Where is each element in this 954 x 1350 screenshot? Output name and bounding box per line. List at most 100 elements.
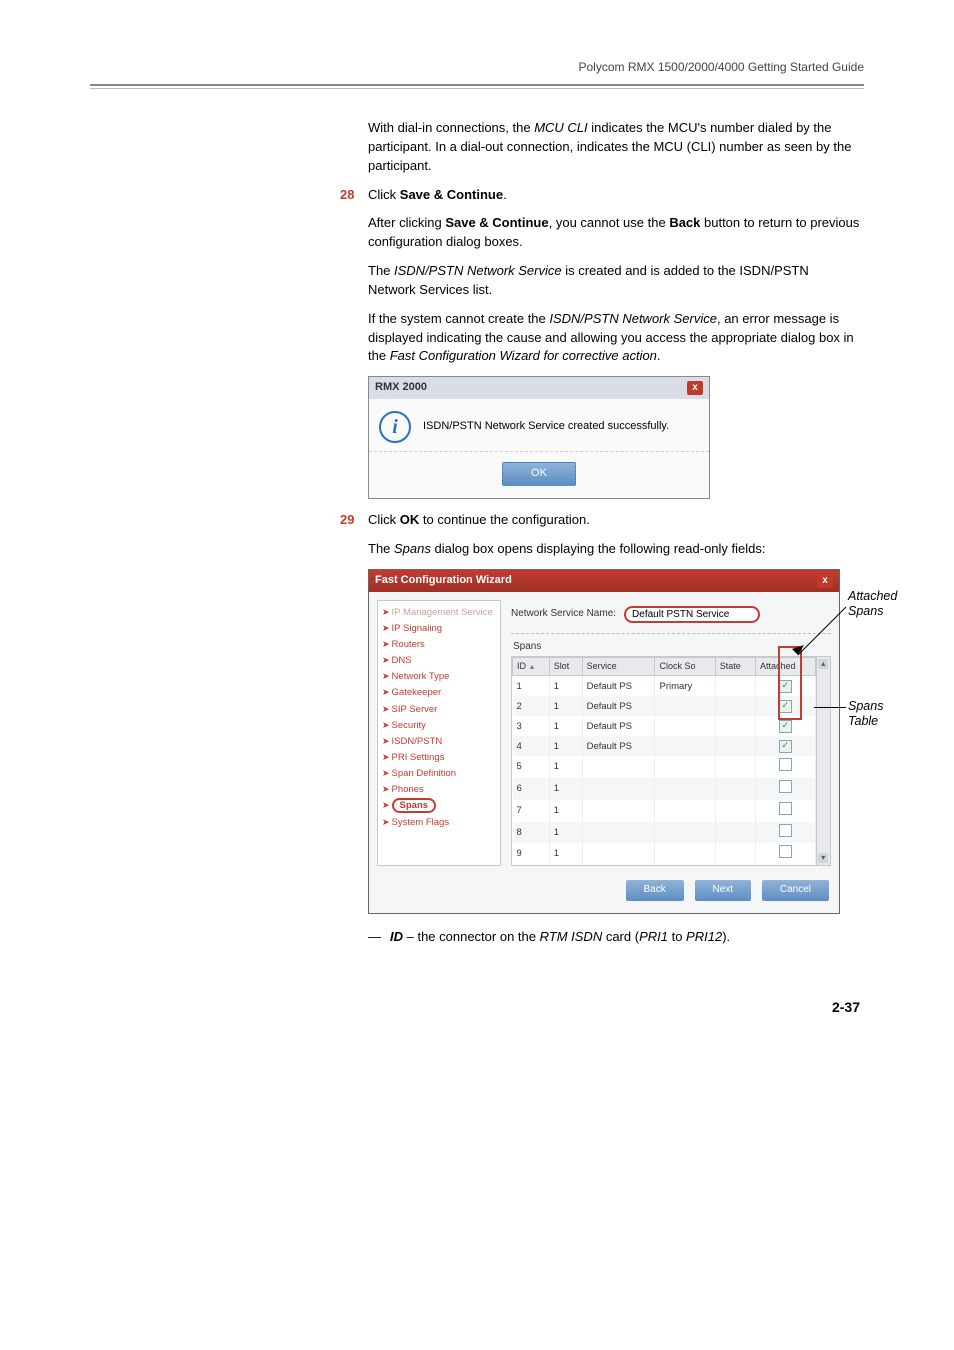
page-number: 2-37 — [340, 997, 860, 1017]
attached-checkbox[interactable] — [779, 780, 792, 793]
header-guide-title: Polycom RMX 1500/2000/4000 Getting Start… — [90, 60, 864, 74]
footnote-dash: — — [368, 928, 390, 947]
p3-em: ISDN/PSTN Network Service — [394, 263, 562, 278]
msgbox-close-icon[interactable]: x — [687, 381, 703, 395]
sidebar-item-ip-signaling[interactable]: ➤IP Signaling — [380, 621, 498, 637]
footnote-id: — ID – the connector on the RTM ISDN car… — [368, 928, 860, 947]
sidebar-item-spans[interactable]: ➤Spans — [380, 798, 436, 814]
foot-d: ). — [722, 929, 730, 944]
foot-em: ID — [390, 929, 403, 944]
spans-col-state[interactable]: State — [715, 658, 755, 676]
attached-checkbox[interactable]: ✓ — [779, 680, 792, 693]
p2-d: Back — [669, 215, 700, 230]
wizard-back-button[interactable]: Back — [626, 880, 684, 901]
msgbox-text: ISDN/PSTN Network Service created succes… — [423, 419, 669, 435]
spans-row[interactable]: 51 — [513, 756, 816, 778]
sidebar-item-span-definition[interactable]: ➤Span Definition — [380, 766, 498, 782]
step-29-a: Click — [368, 512, 400, 527]
msgbox-success: RMX 2000 x i ISDN/PSTN Network Service c… — [368, 376, 710, 499]
step-29-b: OK — [400, 512, 420, 527]
spans-row[interactable]: 61 — [513, 778, 816, 800]
wizard-titlebar: Fast Configuration Wizard x — [369, 570, 839, 592]
foot-em2: RTM ISDN — [540, 929, 603, 944]
step-28-number: 28 — [340, 186, 368, 205]
p2-a: After clicking — [368, 215, 445, 230]
wizard-cancel-button[interactable]: Cancel — [762, 880, 829, 901]
spans-col-attached[interactable]: Attached — [755, 658, 815, 676]
paragraph-4: If the system cannot create the ISDN/PST… — [368, 310, 860, 367]
spans-col-service[interactable]: Service — [582, 658, 655, 676]
sidebar-item-ip-management-service[interactable]: ➤IP Management Service — [380, 605, 498, 621]
p3-a: The — [368, 263, 394, 278]
p4-em1: ISDN/PSTN Network Service — [549, 311, 717, 326]
sidebar-item-network-type[interactable]: ➤Network Type — [380, 669, 498, 685]
msgbox-ok-button[interactable]: OK — [502, 462, 576, 486]
p1-a: With dial-in connections, the — [368, 120, 534, 135]
ns-label: Network Service Name: — [511, 607, 616, 622]
step-28-b: Save & Continue — [400, 187, 503, 202]
p5-a: The — [368, 541, 394, 556]
spans-row[interactable]: 71 — [513, 800, 816, 822]
spans-table-wrap: ID ▲SlotServiceClock SoStateAttached 11D… — [511, 656, 831, 866]
info-icon: i — [379, 411, 411, 443]
paragraph-5: The Spans dialog box opens displaying th… — [368, 540, 860, 559]
p2-b: Save & Continue — [445, 215, 548, 230]
spans-row[interactable]: 91 — [513, 843, 816, 865]
foot-em4: PRI12 — [686, 929, 722, 944]
foot-c: to — [668, 929, 686, 944]
scroll-down-icon[interactable]: ▾ — [818, 853, 828, 863]
sidebar-item-system-flags[interactable]: ➤System Flags — [380, 815, 498, 831]
spans-row[interactable]: 41Default PS✓ — [513, 736, 816, 756]
msgbox-titlebar: RMX 2000 x — [369, 377, 709, 399]
step-28-a: Click — [368, 187, 400, 202]
p5-em: Spans — [394, 541, 431, 556]
spans-row[interactable]: 81 — [513, 822, 816, 844]
attached-checkbox[interactable] — [779, 845, 792, 858]
p4-a: If the system cannot create the — [368, 311, 549, 326]
sidebar-item-dns[interactable]: ➤DNS — [380, 653, 498, 669]
scroll-up-icon[interactable]: ▴ — [818, 659, 828, 669]
attached-checkbox[interactable] — [779, 802, 792, 815]
foot-em3: PRI1 — [639, 929, 668, 944]
spans-col-id[interactable]: ID ▲ — [513, 658, 550, 676]
sidebar-item-phones[interactable]: ➤Phones — [380, 782, 498, 798]
step-29: 29 Click OK to continue the configuratio… — [340, 511, 860, 530]
ns-name-input[interactable] — [624, 606, 760, 623]
spans-row[interactable]: 11Default PSPrimary✓ — [513, 676, 816, 697]
spans-scrollbar[interactable]: ▴ ▾ — [816, 657, 830, 865]
wizard-next-button[interactable]: Next — [695, 880, 752, 901]
attached-checkbox[interactable]: ✓ — [779, 740, 792, 753]
wizard-dialog: Fast Configuration Wizard x ➤IP Manageme… — [368, 569, 840, 914]
sidebar-item-isdn-pstn[interactable]: ➤ISDN/PSTN — [380, 734, 498, 750]
foot-a: – the connector on the — [403, 929, 540, 944]
paragraph-1: With dial-in connections, the MCU CLI in… — [368, 119, 860, 176]
attached-checkbox[interactable]: ✓ — [779, 700, 792, 713]
paragraph-3: The ISDN/PSTN Network Service is created… — [368, 262, 860, 300]
wizard-title-text: Fast Configuration Wizard — [375, 573, 512, 589]
spans-col-clock-so[interactable]: Clock So — [655, 658, 715, 676]
step-29-number: 29 — [340, 511, 368, 530]
p4-em2: Fast Configuration Wizard for corrective… — [390, 348, 657, 363]
header-rule-2 — [90, 88, 864, 89]
step-28: 28 Click Save & Continue. — [340, 186, 860, 205]
attached-checkbox[interactable] — [779, 758, 792, 771]
sidebar-item-security[interactable]: ➤Security — [380, 718, 498, 734]
wizard-sidebar: ➤IP Management Service➤IP Signaling➤Rout… — [377, 600, 501, 866]
attached-checkbox[interactable] — [779, 824, 792, 837]
foot-b: card ( — [602, 929, 639, 944]
header-rule-1 — [90, 84, 864, 86]
spans-row[interactable]: 21Default PS✓ — [513, 696, 816, 716]
step-28-c: . — [503, 187, 507, 202]
annot-attached-spans: Attached Spans — [848, 589, 918, 619]
sidebar-item-gatekeeper[interactable]: ➤Gatekeeper — [380, 685, 498, 701]
sidebar-item-pri-settings[interactable]: ➤PRI Settings — [380, 750, 498, 766]
p5-b: dialog box opens displaying the followin… — [431, 541, 766, 556]
p4-c: . — [657, 348, 661, 363]
wizard-close-icon[interactable]: x — [817, 574, 833, 588]
attached-checkbox[interactable]: ✓ — [779, 720, 792, 733]
sidebar-item-routers[interactable]: ➤Routers — [380, 637, 498, 653]
spans-col-slot[interactable]: Slot — [549, 658, 582, 676]
spans-row[interactable]: 31Default PS✓ — [513, 716, 816, 736]
spans-section-label: Spans — [513, 640, 831, 655]
sidebar-item-sip-server[interactable]: ➤SIP Server — [380, 702, 498, 718]
